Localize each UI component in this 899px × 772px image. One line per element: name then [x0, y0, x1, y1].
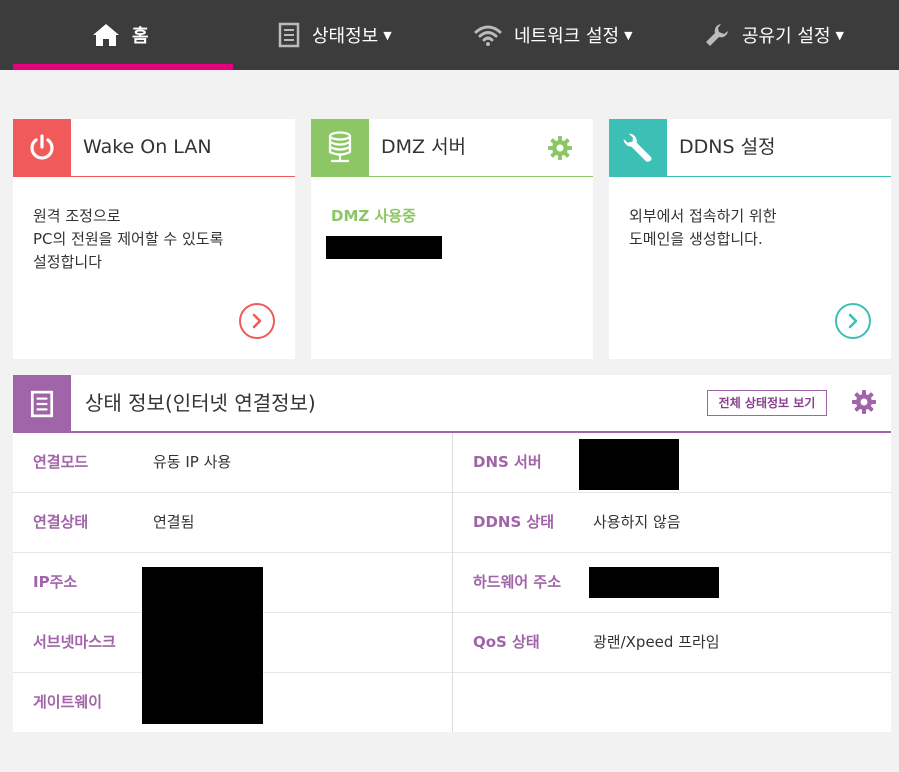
status-label: QoS 상태 [473, 633, 540, 651]
chevron-right-icon [848, 313, 858, 329]
dmz-settings-gear-icon[interactable] [547, 135, 573, 165]
status-label: 하드웨어 주소 [473, 573, 562, 591]
status-label: DDNS 상태 [473, 513, 555, 531]
redacted-dns-server [579, 439, 679, 490]
dmz-status: DMZ 사용중 [331, 207, 416, 225]
status-label: 서브넷마스크 [33, 633, 116, 651]
database-icon [311, 119, 369, 177]
status-label: 연결모드 [33, 453, 89, 471]
card-title: DDNS 설정 [679, 136, 776, 158]
wol-go-button[interactable] [239, 303, 275, 339]
card-header: Wake On LAN [13, 119, 295, 177]
document-icon [278, 22, 300, 48]
nav-status-label: 상태정보 [312, 26, 379, 47]
chevron-down-icon: ▼ [383, 28, 392, 42]
status-row-qos-state: QoS 상태 광랜/Xpeed 프라임 [453, 613, 891, 673]
chevron-down-icon: ▼ [835, 28, 844, 42]
chevron-right-icon [252, 313, 262, 329]
chevron-down-icon: ▼ [624, 28, 633, 42]
card-header: DDNS 설정 [609, 119, 891, 177]
nav-network-settings[interactable]: 네트워크 설정 ▼ [474, 0, 633, 70]
nav-router-label: 공유기 설정 [742, 26, 831, 47]
status-row-ddns-state: DDNS 상태 사용하지 않음 [453, 493, 891, 553]
ddns-go-button[interactable] [835, 303, 871, 339]
card-title: DMZ 서버 [381, 136, 467, 158]
document-icon [13, 375, 71, 433]
wrench-icon [609, 119, 667, 177]
status-title: 상태 정보(인터넷 연결정보) [85, 391, 316, 415]
status-value: 광랜/Xpeed 프라임 [593, 633, 720, 651]
card-title: Wake On LAN [83, 136, 212, 158]
status-header: 상태 정보(인터넷 연결정보) 전체 상태정보 보기 [13, 375, 891, 433]
status-label: 게이트웨이 [33, 693, 103, 711]
status-value: 사용하지 않음 [593, 513, 681, 531]
nav-network-label: 네트워크 설정 [514, 26, 620, 47]
status-settings-gear-icon[interactable] [851, 389, 877, 419]
redacted-dmz-address [326, 236, 442, 259]
status-label: 연결상태 [33, 513, 89, 531]
wrench-icon [704, 22, 730, 48]
active-tab-indicator [13, 64, 233, 70]
status-info-panel: 상태 정보(인터넷 연결정보) 전체 상태정보 보기 연결모드 유동 IP 사용… [13, 375, 891, 732]
card-description: 원격 조정으로 PC의 전원을 제어할 수 있도록 설정합니다 [33, 207, 224, 271]
nav-home[interactable]: 홈 [92, 0, 149, 70]
nav-status-info[interactable]: 상태정보 ▼ [278, 0, 392, 70]
home-icon [92, 23, 120, 47]
wake-on-lan-card: Wake On LAN 원격 조정으로 PC의 전원을 제어할 수 있도록 설정… [13, 119, 295, 359]
nav-router-settings[interactable]: 공유기 설정 ▼ [704, 0, 844, 70]
card-description: 외부에서 접속하기 위한 도메인을 생성합니다. [629, 207, 777, 248]
redacted-hardware-address [589, 567, 719, 598]
status-row-connection-mode: 연결모드 유동 IP 사용 [13, 433, 452, 493]
status-row-connection-state: 연결상태 연결됨 [13, 493, 452, 553]
nav-home-label: 홈 [132, 26, 149, 47]
status-label: DNS 서버 [473, 453, 542, 471]
wifi-icon [474, 24, 502, 46]
status-value: 연결됨 [153, 513, 195, 531]
dmz-server-card: DMZ 서버 DMZ 사용중 [311, 119, 593, 359]
power-icon [13, 119, 71, 177]
card-header: DMZ 서버 [311, 119, 593, 177]
status-value: 유동 IP 사용 [153, 453, 232, 471]
redacted-ip-subnet-gateway [142, 567, 263, 724]
ddns-card: DDNS 설정 외부에서 접속하기 위한 도메인을 생성합니다. [609, 119, 891, 359]
top-nav: 홈 상태정보 ▼ 네트워크 설정 ▼ 공유기 설정 ▼ [0, 0, 899, 70]
view-all-status-button[interactable]: 전체 상태정보 보기 [707, 390, 827, 416]
status-label: IP주소 [33, 573, 78, 591]
